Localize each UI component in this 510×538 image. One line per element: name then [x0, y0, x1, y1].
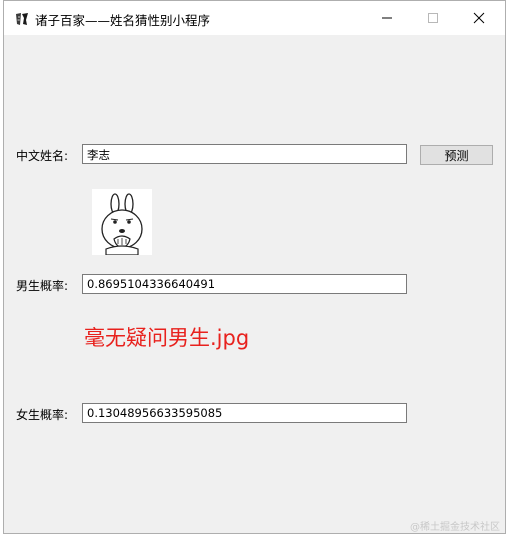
sticker-face-image [101, 193, 143, 256]
watermark: @稀土掘金技术社区 [410, 522, 500, 533]
female-probability-field[interactable]: 0.13048956633595085 [82, 403, 407, 423]
title-bar[interactable]: 诸子百家——姓名猜性别小程序 [4, 1, 505, 35]
male-probability-label: 男生概率: [16, 279, 69, 293]
scroll-brush-icon [16, 13, 28, 25]
minimize-icon [382, 17, 392, 19]
verdict-text: 毫无疑问男生.jpg [84, 326, 250, 350]
window-title: 诸子百家——姓名猜性别小程序 [35, 13, 211, 28]
name-input[interactable]: 李志 [82, 144, 407, 164]
close-button[interactable] [456, 1, 502, 35]
minimize-button[interactable] [364, 1, 410, 35]
close-icon [473, 12, 485, 24]
app-window: 诸子百家——姓名猜性别小程序 中文姓名: 李志 预测 男生概率: 0.86951… [3, 0, 506, 534]
maximize-icon [428, 13, 438, 23]
result-image [92, 189, 152, 256]
male-probability-field[interactable]: 0.8695104336640491 [82, 274, 407, 294]
female-probability-label: 女生概率: [16, 408, 69, 422]
predict-button[interactable]: 预测 [420, 145, 493, 165]
maximize-button[interactable] [410, 1, 456, 35]
name-label: 中文姓名: [16, 149, 69, 163]
